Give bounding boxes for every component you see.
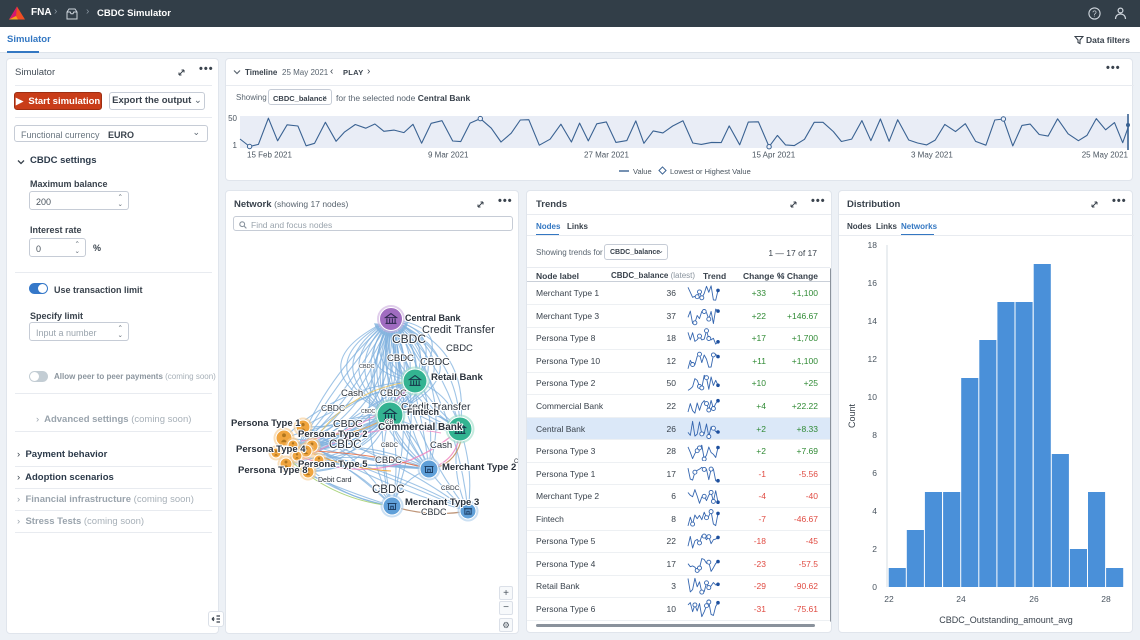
svg-text:CBDC: CBDC [381,443,399,449]
svg-text:10: 10 [868,392,878,402]
svg-text:Merchant Type 2: Merchant Type 2 [442,462,516,473]
svg-text:CBDC: CBDC [375,455,402,466]
svg-text:CBDC: CBDC [372,484,405,496]
svg-text:Cash: Cash [341,388,363,399]
svg-text:50: 50 [228,114,237,123]
svg-text:0: 0 [872,582,877,592]
svg-text:3 May 2021: 3 May 2021 [911,151,953,160]
svg-text:?: ? [1092,9,1097,18]
svg-text:22: 22 [884,594,894,604]
svg-text:Persona Type 5: Persona Type 5 [298,459,368,470]
svg-text:CBDC: CBDC [321,403,345,413]
svg-text:28: 28 [1101,594,1111,604]
svg-text:9 Mar 2021: 9 Mar 2021 [428,151,469,160]
svg-text:Debit Card: Debit Card [318,477,352,484]
svg-text:CBDC: CBDC [420,356,450,368]
svg-text:Credit Transfer: Credit Transfer [422,324,495,336]
svg-text:2: 2 [872,544,877,554]
svg-text:16: 16 [868,278,878,288]
svg-text:15 Apr 2021: 15 Apr 2021 [752,151,796,160]
svg-text:CBDC: CBDC [441,485,460,492]
svg-text:6: 6 [872,468,877,478]
svg-text:Value: Value [633,167,652,176]
svg-text:Persona Type 4: Persona Type 4 [236,444,306,455]
svg-text:27 Mar 2021: 27 Mar 2021 [584,151,629,160]
svg-text:CBDC: CBDC [329,439,362,451]
svg-text:CBDC: CBDC [514,459,518,465]
svg-text:Lowest or Highest Value: Lowest or Highest Value [670,167,751,176]
svg-text:CBDC: CBDC [446,343,473,354]
svg-text:4: 4 [872,506,877,516]
svg-text:8: 8 [872,430,877,440]
svg-text:25 May 2021: 25 May 2021 [1082,151,1129,160]
svg-text:Persona Type 1: Persona Type 1 [231,418,301,429]
svg-text:Count: Count [847,404,857,429]
svg-text:Persona Type 2: Persona Type 2 [298,429,368,440]
svg-text:CBDC: CBDC [359,364,375,370]
svg-text:24: 24 [956,594,966,604]
svg-text:CBDC: CBDC [380,388,407,399]
svg-text:CBDC: CBDC [387,353,414,364]
svg-text:CB: CB [385,420,393,426]
svg-text:Retail Bank: Retail Bank [431,372,483,383]
svg-text:14: 14 [868,316,878,326]
svg-text:CBDC: CBDC [361,409,376,415]
svg-text:Persona Type 8: Persona Type 8 [238,465,308,476]
svg-text:1: 1 [233,141,238,150]
svg-text:CBDC_Outstanding_amount_avg: CBDC_Outstanding_amount_avg [939,615,1073,625]
svg-text:Central Bank: Central Bank [405,313,462,323]
svg-text:26: 26 [1029,594,1039,604]
svg-text:CBDC: CBDC [392,332,426,346]
svg-text:Fintech: Fintech [407,407,439,417]
svg-text:CBDC: CBDC [421,507,447,517]
svg-text:12: 12 [868,354,878,364]
svg-text:15 Feb 2021: 15 Feb 2021 [247,151,292,160]
svg-text:18: 18 [868,240,878,250]
svg-text:Cash: Cash [430,440,452,451]
